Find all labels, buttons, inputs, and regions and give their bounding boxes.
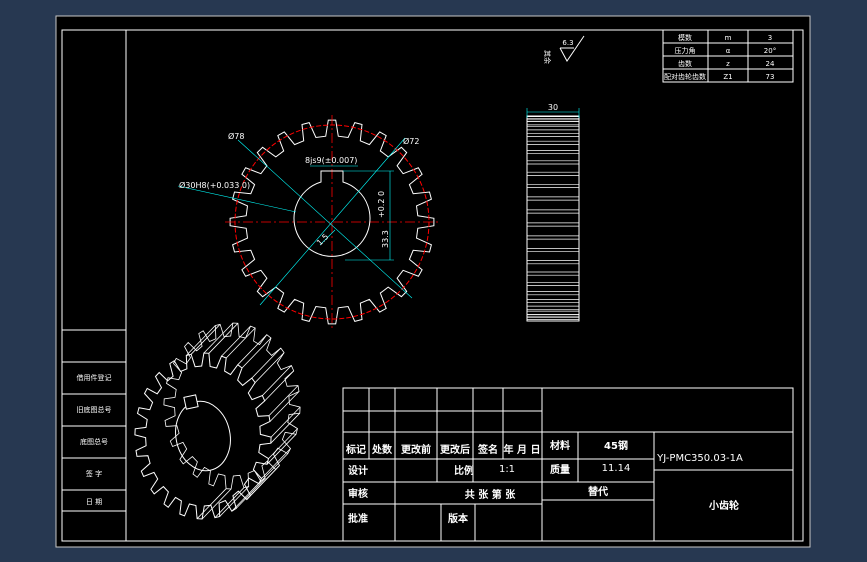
hdr-before: 更改前 (401, 443, 431, 456)
replace-label: 替代 (588, 485, 608, 498)
row-approve: 批准 (348, 512, 368, 525)
dim-root-diameter: Ø72 (403, 136, 419, 146)
weight-value: 11.14 (602, 463, 631, 474)
scale-label: 比例 (454, 464, 474, 477)
param-label-3: 齿数 (678, 59, 692, 68)
param-value-1: 3 (768, 34, 772, 42)
left-col-item-1: 借用件登记 (77, 373, 112, 382)
left-col-item-5: 日 期 (86, 498, 102, 506)
drawing-number: YJ-PMC350.03-1A (656, 453, 743, 464)
param-label-4: 配对齿轮齿数 (664, 72, 706, 81)
dim-keyway-tol: +0.2 0 (377, 191, 386, 218)
part-name: 小齿轮 (708, 499, 739, 512)
param-symbol-3: z (726, 60, 730, 68)
material-value: 45钢 (604, 439, 628, 452)
left-col-item-2: 旧底图总号 (77, 405, 112, 414)
hdr-count: 处数 (371, 443, 393, 456)
paper-border (55, 15, 811, 548)
dim-keyway-depth: 33.3 (381, 230, 390, 248)
param-value-3: 24 (766, 60, 775, 68)
version-label: 版本 (448, 512, 469, 525)
iso-keyway (183, 394, 199, 410)
dim-keyway-width: 8js9(±0.007) (305, 156, 357, 165)
left-col-item-4: 签 字 (86, 469, 102, 478)
hdr-mark: 标记 (345, 443, 366, 456)
sheet-info: 共 张 第 张 (465, 488, 516, 501)
drawing-sheet: 借用件登记 旧底图总号 底图总号 签 字 日 期 模数 m 3 压力角 α 20… (55, 15, 811, 548)
param-value-2: 20° (764, 47, 776, 55)
param-label-1: 模数 (678, 33, 692, 42)
param-label-2: 压力角 (675, 46, 696, 55)
param-symbol-4: Z1 (723, 73, 732, 81)
hdr-after: 更改后 (440, 443, 470, 456)
param-symbol-1: m (725, 34, 732, 42)
hdr-date: 年 月 日 (504, 443, 541, 456)
dim-bore: Ø30H8(+0.033 0) (179, 180, 250, 190)
dim-outer-diameter: Ø78 (228, 131, 244, 141)
dim-face-width: 30 (548, 103, 558, 112)
row-review: 审核 (348, 487, 368, 500)
weight-label: 质量 (550, 463, 570, 476)
scale-value: 1:1 (499, 464, 515, 475)
material-label: 材料 (550, 439, 570, 452)
hdr-sign: 签名 (477, 443, 498, 456)
param-value-4: 73 (766, 73, 775, 81)
roughness-note: 其余 (543, 50, 552, 64)
row-design: 设计 (348, 464, 368, 477)
left-col-item-3: 底图总号 (80, 437, 108, 446)
roughness-value: 6.3 (562, 39, 573, 47)
param-symbol-2: α (726, 47, 731, 55)
